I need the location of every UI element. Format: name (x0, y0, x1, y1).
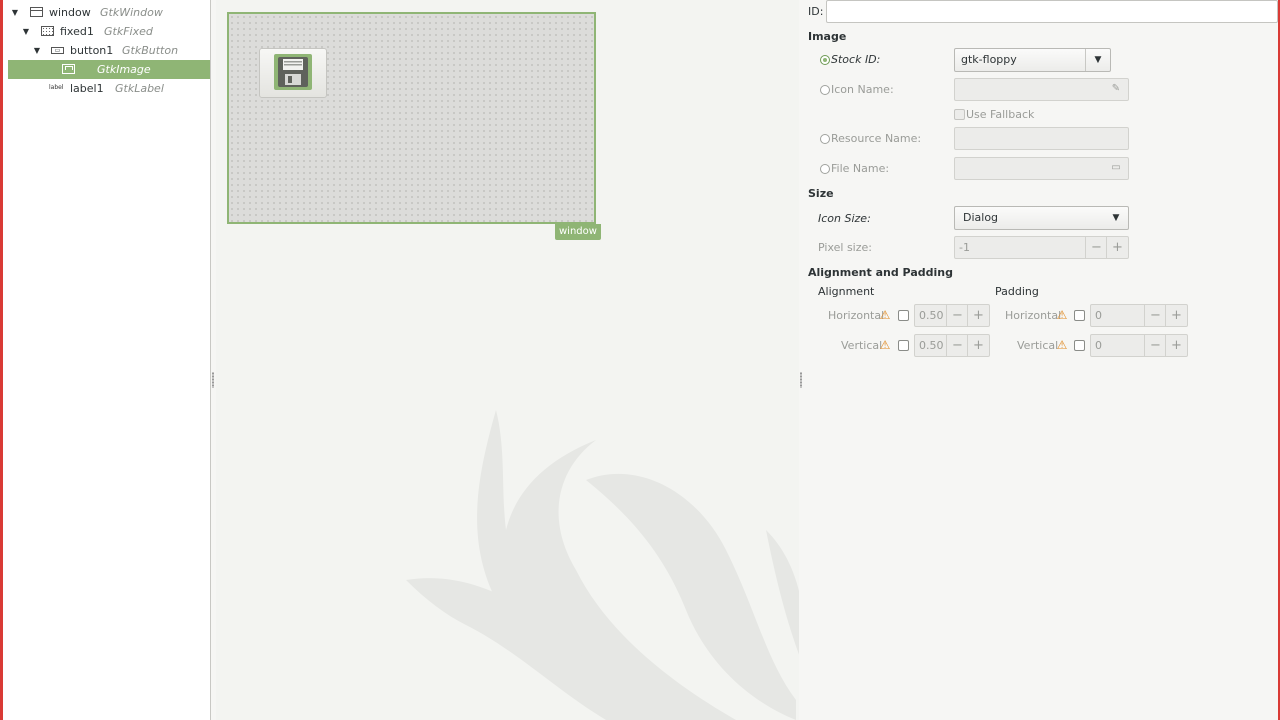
pad-horizontal-spinner[interactable]: 0 − + (1090, 304, 1188, 327)
tree-row-name: fixed1 (60, 25, 94, 38)
minus-icon[interactable]: − (1144, 305, 1166, 326)
warning-icon: ⚠ (1056, 338, 1068, 352)
warning-icon: ⚠ (879, 308, 891, 322)
id-label: ID: (808, 5, 824, 18)
stock-id-value: gtk-floppy (961, 53, 1017, 66)
file-name-label: File Name: (831, 162, 890, 175)
tree-row-type: GtkLabel (115, 82, 164, 95)
alignment-padding-header: Alignment and Padding (808, 266, 953, 279)
tree-row-button1[interactable]: ▼ ▭ button1 GtkButton (8, 41, 210, 60)
align-horizontal-spinner[interactable]: 0.50 − + (914, 304, 990, 327)
expander-expanded-icon[interactable]: ▼ (21, 22, 31, 41)
resource-name-label: Resource Name: (831, 132, 922, 145)
tree-row-image-selected[interactable]: GtkImage (8, 60, 210, 79)
align-vertical-spinner[interactable]: 0.50 − + (914, 334, 990, 357)
tree-row-type: GtkButton (122, 44, 179, 57)
tree-row-fixed1[interactable]: ▼ fixed1 GtkFixed (8, 22, 210, 41)
pad-horizontal-value: 0 (1095, 309, 1102, 322)
align-horizontal-checkbox[interactable] (898, 310, 909, 321)
minus-icon[interactable]: − (946, 335, 968, 356)
icon-name-radio[interactable] (820, 85, 830, 95)
stock-id-radio[interactable] (820, 55, 830, 65)
stock-id-combo[interactable]: gtk-floppy ▼ (954, 48, 1111, 72)
label-icon: label (49, 84, 64, 91)
fixed-container-grid (229, 14, 594, 222)
minus-icon[interactable]: − (1085, 237, 1107, 258)
folder-icon[interactable]: ▭ (1110, 162, 1122, 174)
resource-name-field[interactable] (954, 127, 1129, 150)
pixel-size-spinner[interactable]: -1 − + (954, 236, 1129, 259)
tree-row-name: window (49, 6, 91, 19)
pixel-size-value: -1 (959, 241, 970, 254)
file-name-radio[interactable] (820, 164, 830, 174)
stock-id-label: Stock ID: (831, 53, 881, 66)
tree-row-type: GtkImage (97, 63, 151, 76)
align-vertical-checkbox[interactable] (898, 340, 909, 351)
expander-expanded-icon[interactable]: ▼ (32, 41, 42, 60)
object-tree[interactable]: ▼ window GtkWindow ▼ fixed1 GtkFixed ▼ ▭… (3, 0, 211, 720)
floppy-icon (278, 57, 308, 87)
image-selection-highlight[interactable] (274, 54, 312, 90)
flame-watermark-icon (406, 410, 799, 720)
tree-row-name: label1 (70, 82, 104, 95)
design-canvas[interactable]: window (216, 0, 799, 720)
pad-horizontal-label: Horizontal (1005, 309, 1062, 322)
plus-icon[interactable]: + (967, 305, 989, 326)
use-fallback-checkbox[interactable] (954, 109, 965, 120)
icon-name-field[interactable]: ✎ (954, 78, 1129, 101)
fixed-icon (41, 26, 54, 36)
align-horizontal-label: Horizontal (828, 309, 885, 322)
size-section-header: Size (808, 187, 834, 200)
plus-icon[interactable]: + (1165, 335, 1187, 356)
dropdown-arrow-icon[interactable]: ▼ (1085, 49, 1110, 71)
warning-icon: ⚠ (1056, 308, 1068, 322)
plus-icon[interactable]: + (1106, 237, 1128, 258)
padding-label: Padding (995, 285, 1039, 298)
tree-row-window[interactable]: ▼ window GtkWindow (8, 3, 210, 22)
icon-name-label: Icon Name: (831, 83, 894, 96)
window-icon (30, 7, 43, 17)
tree-row-type: GtkFixed (104, 25, 153, 38)
plus-icon[interactable]: + (1165, 305, 1187, 326)
icon-size-value: Dialog (963, 211, 999, 224)
pad-vertical-label: Vertical (1017, 339, 1059, 352)
image-icon (62, 64, 75, 74)
button-icon: ▭ (51, 47, 64, 54)
pad-vertical-spinner[interactable]: 0 − + (1090, 334, 1188, 357)
warning-icon: ⚠ (879, 338, 891, 352)
resource-name-radio[interactable] (820, 134, 830, 144)
tree-row-label1[interactable]: label label1 GtkLabel (8, 79, 210, 98)
dropdown-arrow-icon[interactable]: ▼ (1104, 207, 1128, 229)
minus-icon[interactable]: − (1144, 335, 1166, 356)
use-fallback-label: Use Fallback (966, 108, 1035, 121)
pad-vertical-checkbox[interactable] (1074, 340, 1085, 351)
pane-resize-handle-left[interactable] (212, 372, 214, 388)
minus-icon[interactable]: − (946, 305, 968, 326)
tree-row-type: GtkWindow (100, 6, 163, 19)
window-name-tag: window (555, 224, 601, 240)
icon-size-label: Icon Size: (818, 212, 871, 225)
pad-horizontal-checkbox[interactable] (1074, 310, 1085, 321)
tree-row-name: button1 (70, 44, 114, 57)
image-section-header: Image (808, 30, 847, 43)
align-vertical-value: 0.50 (919, 339, 944, 352)
align-vertical-label: Vertical (841, 339, 883, 352)
edit-pencil-icon[interactable]: ✎ (1110, 83, 1122, 95)
plus-icon[interactable]: + (967, 335, 989, 356)
pad-vertical-value: 0 (1095, 339, 1102, 352)
alignment-label: Alignment (818, 285, 875, 298)
file-name-field[interactable]: ▭ (954, 157, 1129, 180)
properties-panel: ID: Image Stock ID: gtk-floppy ▼ Icon Na… (802, 0, 1278, 720)
id-field[interactable] (826, 0, 1278, 23)
align-horizontal-value: 0.50 (919, 309, 944, 322)
pixel-size-label: Pixel size: (818, 241, 872, 254)
button1-preview[interactable] (259, 48, 327, 98)
expander-expanded-icon[interactable]: ▼ (10, 3, 20, 22)
icon-size-combo[interactable]: Dialog ▼ (954, 206, 1129, 230)
window-preview-frame[interactable] (227, 12, 596, 224)
